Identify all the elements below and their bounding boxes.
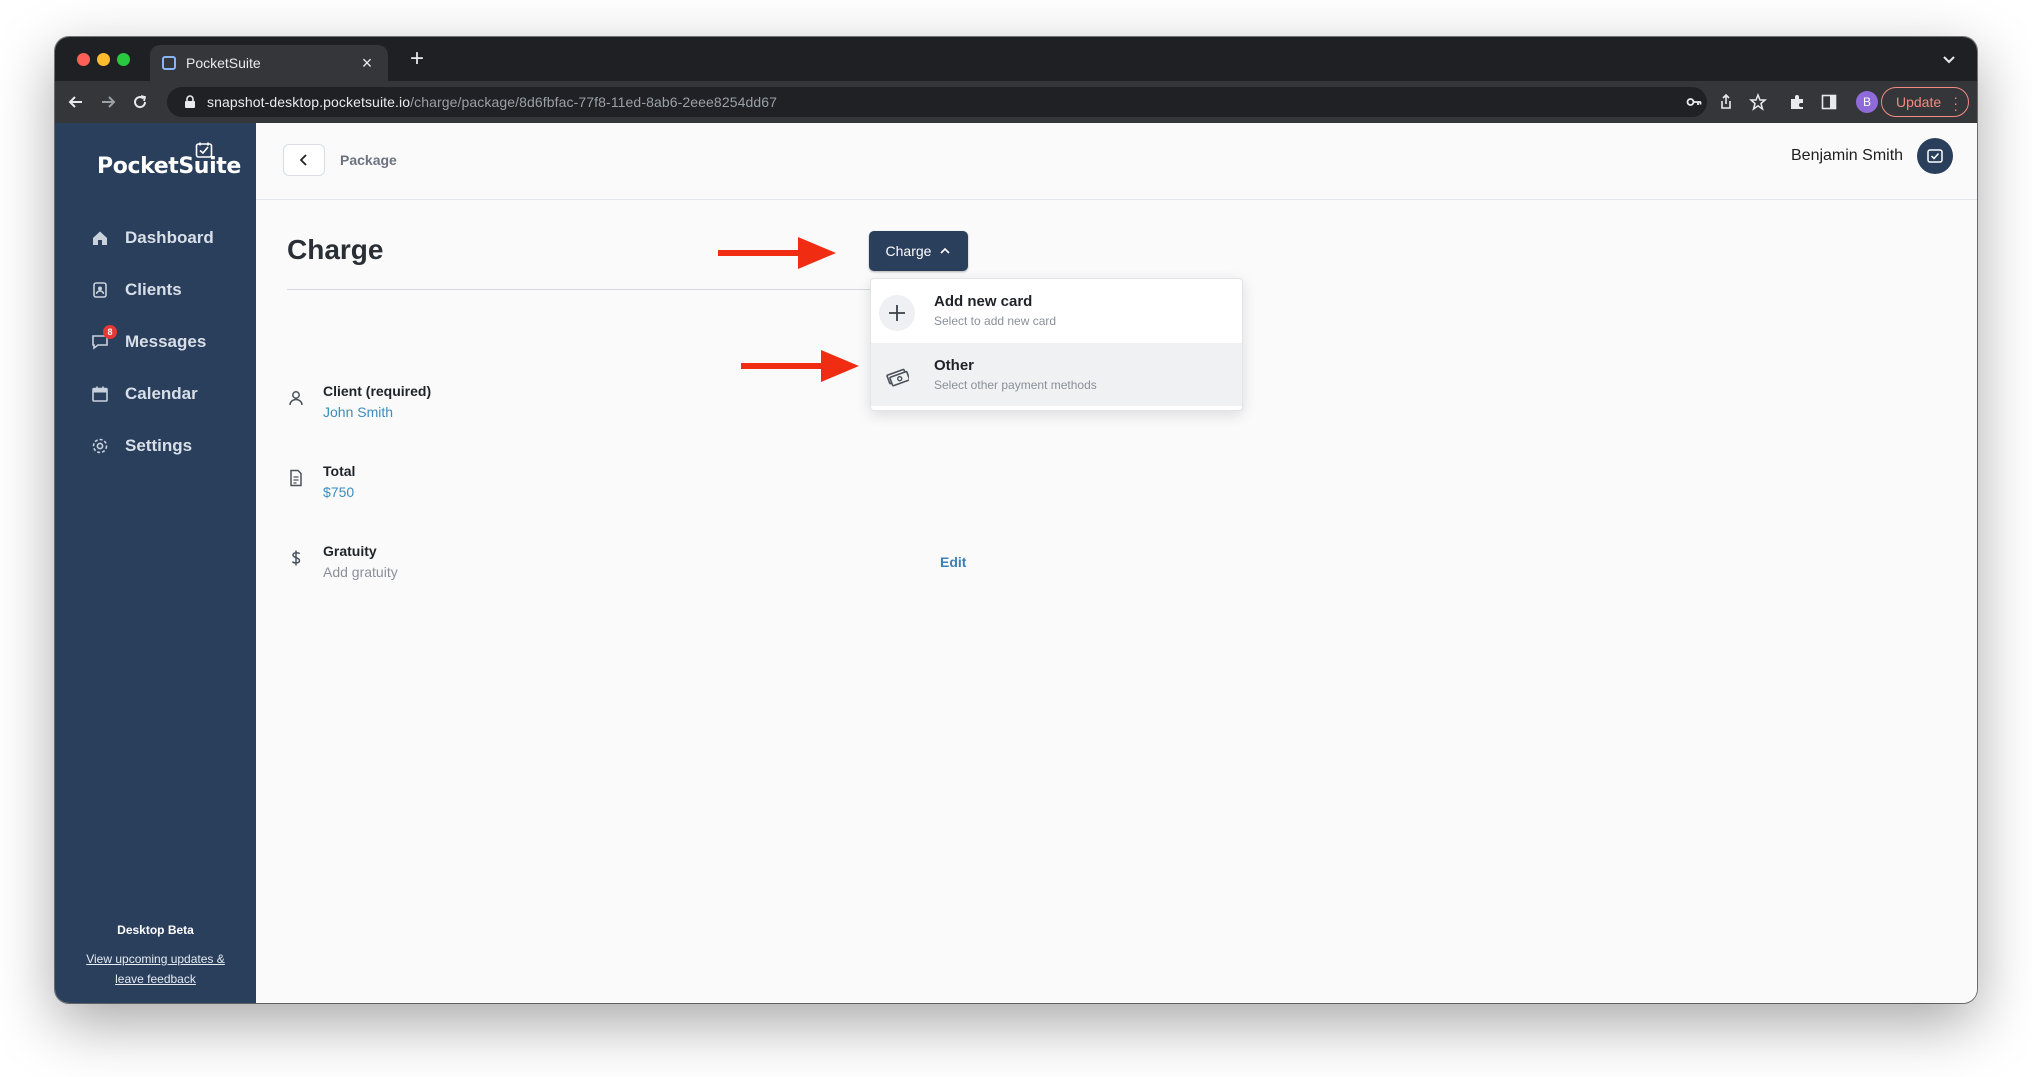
user-name[interactable]: Benjamin Smith — [1791, 147, 1903, 165]
forward-arrow-icon[interactable] — [95, 89, 121, 115]
gear-icon — [91, 437, 109, 455]
sidebar-item-dashboard[interactable]: Dashboard — [91, 224, 214, 252]
cash-icon — [879, 359, 915, 395]
messages-icon: 8 — [91, 325, 117, 351]
sidebar: PocketSuite Dashboard Clients 8 Messages… — [55, 123, 256, 1003]
chevron-up-icon — [940, 247, 951, 254]
breadcrumb: Package — [340, 152, 397, 168]
edit-gratuity-button[interactable]: Edit — [940, 554, 966, 570]
total-value: $750 — [323, 484, 355, 500]
clients-icon — [91, 281, 109, 299]
new-tab-button[interactable]: + — [403, 45, 431, 73]
feedback-link-line2: leave feedback — [115, 972, 196, 986]
client-label: Client (required) — [323, 383, 432, 399]
sidebar-item-label: Clients — [125, 280, 182, 299]
tab-title: PocketSuite — [186, 55, 261, 71]
option-title: Add new card — [934, 293, 1033, 310]
messages-badge: 8 — [103, 325, 117, 339]
chevron-down-icon[interactable] — [1939, 49, 1959, 69]
sidebar-item-messages[interactable]: 8 Messages — [91, 325, 207, 356]
sidebar-item-label: Settings — [125, 436, 193, 455]
client-value[interactable]: John Smith — [323, 404, 393, 420]
avatar[interactable] — [1917, 138, 1953, 174]
sidebar-item-label: Calendar — [125, 384, 198, 403]
url-host: snapshot-desktop.pocketsuite.io — [207, 94, 411, 110]
annotation-arrow-icon — [741, 350, 859, 382]
desktop-beta-title: Desktop Beta — [117, 923, 194, 937]
person-icon — [289, 391, 303, 406]
update-label: Update — [1896, 94, 1942, 110]
maximize-window-button[interactable] — [117, 53, 130, 66]
minimize-window-button[interactable] — [97, 53, 110, 66]
profile-avatar[interactable]: B — [1856, 91, 1878, 113]
reload-icon[interactable] — [127, 89, 153, 115]
feedback-link-line1: View upcoming updates & — [86, 952, 225, 966]
main-content: Package Benjamin Smith Charge Charge Add… — [256, 123, 1977, 1003]
more-menu-icon[interactable]: · · · — [1953, 90, 1958, 116]
sidebar-item-label: Messages — [125, 332, 207, 351]
plus-icon — [879, 295, 915, 331]
option-subtitle: Select to add new card — [934, 314, 1057, 328]
browser-toolbar: snapshot-desktop.pocketsuite.io/charge/p… — [55, 81, 1977, 123]
other-payment-option[interactable]: Other Select other payment methods — [871, 343, 1242, 406]
update-button[interactable]: Update · · · — [1881, 87, 1969, 117]
annotation-arrow-icon — [718, 237, 836, 269]
page-title: Charge — [287, 234, 384, 265]
sidebar-item-calendar[interactable]: Calendar — [91, 380, 198, 408]
extensions-icon[interactable] — [1788, 93, 1806, 111]
top-bar: Package Benjamin Smith — [256, 123, 1977, 200]
charge-button-label: Charge — [885, 243, 932, 259]
home-icon — [91, 229, 109, 247]
app-logo[interactable]: PocketSuite — [97, 154, 241, 179]
key-icon[interactable] — [1685, 93, 1703, 111]
chevron-left-icon — [299, 154, 307, 166]
logo-check-icon — [1927, 149, 1943, 163]
total-label: Total — [323, 463, 356, 479]
back-arrow-icon[interactable] — [63, 89, 89, 115]
address-bar[interactable]: snapshot-desktop.pocketsuite.io/charge/p… — [167, 87, 1707, 117]
payment-method-dropdown: Add new card Select to add new card Othe… — [870, 278, 1243, 411]
browser-tab[interactable]: PocketSuite × — [150, 45, 388, 81]
tab-strip: PocketSuite × + — [55, 37, 1977, 81]
bookmark-star-icon[interactable] — [1749, 93, 1767, 111]
share-icon[interactable] — [1717, 93, 1735, 111]
calendar-icon — [91, 385, 109, 403]
sidebar-item-label: Dashboard — [125, 228, 214, 247]
option-title: Other — [934, 357, 975, 374]
sidebar-item-settings[interactable]: Settings — [91, 432, 192, 460]
sidebar-item-clients[interactable]: Clients — [91, 276, 182, 304]
favicon-icon — [162, 56, 176, 70]
receipt-icon — [290, 469, 302, 487]
url-path: /charge/package/8d6fbfac-77f8-11ed-8ab6-… — [410, 94, 778, 110]
dollar-icon — [291, 550, 301, 566]
add-new-card-option[interactable]: Add new card Select to add new card — [871, 279, 1242, 342]
side-panel-icon[interactable] — [1820, 93, 1838, 111]
divider — [287, 289, 917, 290]
close-window-button[interactable] — [77, 53, 90, 66]
option-subtitle: Select other payment methods — [934, 378, 1097, 392]
gratuity-label: Gratuity — [323, 543, 377, 559]
back-button[interactable] — [283, 144, 325, 176]
logo-check-icon — [195, 142, 213, 158]
tab-close-icon[interactable]: × — [358, 53, 376, 74]
lock-icon — [185, 95, 195, 108]
charge-button[interactable]: Charge — [869, 231, 968, 271]
feedback-link[interactable]: View upcoming updates & leave feedback — [75, 949, 236, 989]
app-area: PocketSuite Dashboard Clients 8 Messages… — [55, 123, 1977, 1003]
browser-window: PocketSuite × + snapshot-desktop.pockets… — [55, 37, 1977, 1003]
gratuity-value: Add gratuity — [323, 564, 398, 580]
